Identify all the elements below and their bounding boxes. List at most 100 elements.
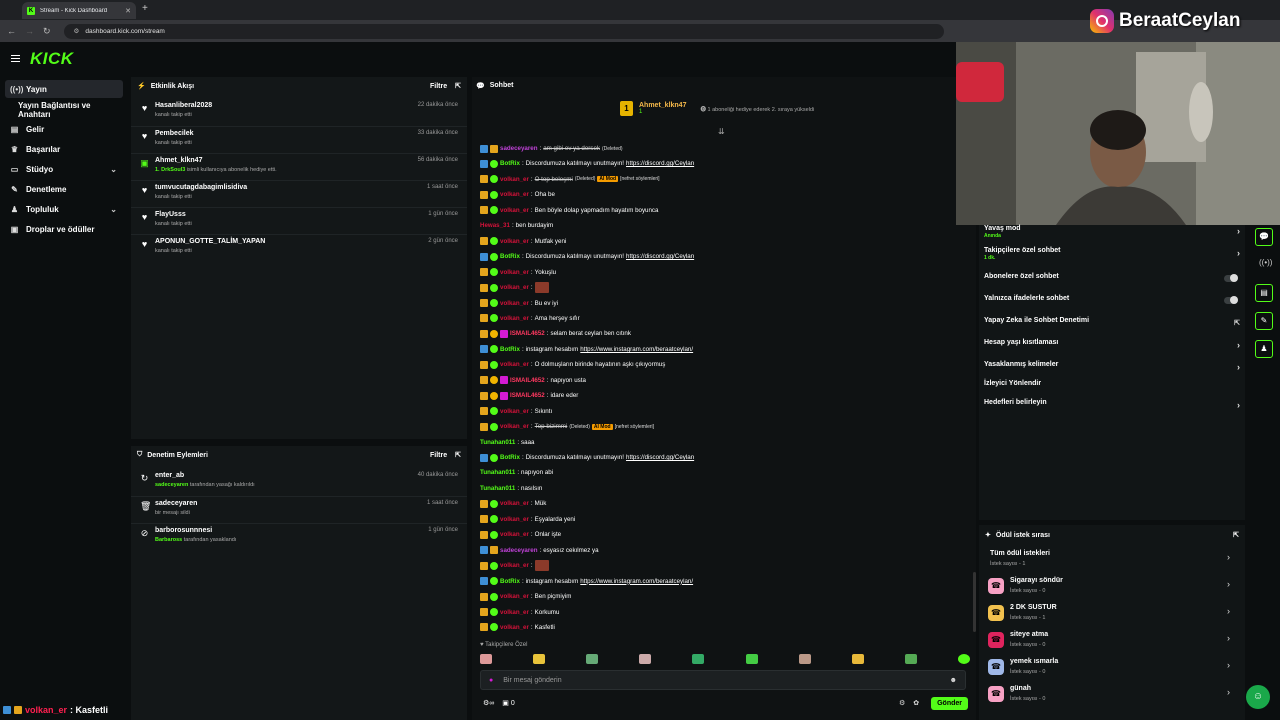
chat-username[interactable]: volkan_er [500, 423, 529, 430]
activity-filter-button[interactable]: Filtre [430, 83, 447, 90]
setting-raid[interactable]: İzleyici Yönlendir [984, 380, 1244, 398]
popout-icon[interactable]: ⇱ [1233, 531, 1239, 539]
chat-input[interactable]: ● Bir mesaj gönderin ☻ [480, 670, 966, 690]
sidebar-item-gelir[interactable]: ▤ Gelir [5, 120, 123, 138]
emote-icon[interactable] [586, 654, 599, 664]
emotes-only-toggle[interactable] [1224, 296, 1238, 304]
broadcast-icon[interactable]: ((•)) [1259, 258, 1272, 267]
chat-link[interactable]: https://www.instagram.com/beraatceylan/ [580, 578, 693, 585]
chat-username[interactable]: ISMAIL4652 [510, 377, 545, 384]
emote-icon[interactable] [798, 654, 811, 664]
emote-settings-icon[interactable]: ✿ [913, 699, 919, 707]
emoji-icon[interactable]: ☻ [950, 677, 957, 684]
emote-icon[interactable] [692, 654, 705, 664]
chat-username[interactable]: volkan_er [500, 269, 529, 276]
chat-username[interactable]: volkan_er [500, 300, 529, 307]
chat-username[interactable]: volkan_er [500, 516, 529, 523]
emote-icon[interactable] [533, 654, 546, 664]
menu-icon[interactable] [11, 55, 20, 62]
wrench-icon[interactable]: ✎ [1255, 312, 1273, 330]
chat-username[interactable]: volkan_er [500, 408, 529, 415]
community-icon[interactable]: ♟ [1255, 340, 1273, 358]
chat-username[interactable]: volkan_er [500, 500, 529, 507]
mic-icon[interactable]: ● [489, 677, 493, 684]
sidebar-item-basarilar[interactable]: ♛ Başarılar [5, 140, 123, 158]
chat-username[interactable]: Hewas_31 [480, 222, 510, 229]
sidebar-item-droplar[interactable]: ▣ Droplar ve ödüller [5, 220, 123, 238]
emote-icon[interactable] [639, 654, 652, 664]
chat-username[interactable]: volkan_er [500, 361, 529, 368]
chevron-down-icon[interactable]: ⇊ [718, 127, 725, 136]
chat-link[interactable]: https://discord.gg/Ceylan [626, 454, 694, 461]
chat-username[interactable]: volkan_er [500, 176, 529, 183]
sidebar-item-stream-key[interactable]: Yayın Bağlantısı ve Anahtarı [5, 101, 123, 119]
address-bar[interactable]: ⚙ dashboard.kick.com/stream [63, 23, 944, 39]
chat-username[interactable]: volkan_er [500, 238, 529, 245]
reward-item[interactable]: ☎ Sigarayı söndür İstek sayısı - 0 › [988, 575, 1238, 597]
chat-username[interactable]: volkan_er [500, 284, 529, 291]
chat-username[interactable]: ISMAIL4652 [510, 330, 545, 337]
emote-icon[interactable] [851, 654, 864, 664]
chat-username[interactable]: volkan_er [500, 624, 529, 631]
setting-account-age[interactable]: Hesap yaşı kısıtlaması › [984, 339, 1244, 357]
chat-username[interactable]: volkan_er [500, 609, 529, 616]
chat-username[interactable]: volkan_er [500, 207, 529, 214]
setting-slow-mode[interactable]: Yavaş mod Anında › [984, 225, 1244, 243]
browser-tab[interactable]: K Stream - Kick Dashboard ✕ [22, 2, 136, 19]
sidebar-item-topluluk[interactable]: ♟ Topluluk ⌄ [5, 200, 123, 218]
chat-link[interactable]: https://discord.gg/Ceylan [626, 160, 694, 167]
subs-only-toggle[interactable] [1224, 274, 1238, 282]
setting-banned-words[interactable]: Yasaklanmış kelimeler › [984, 361, 1244, 379]
chat-scrollbar[interactable] [973, 572, 976, 632]
chat-username[interactable]: volkan_er [500, 593, 529, 600]
emote-icon[interactable] [904, 654, 917, 664]
chat-link[interactable]: https://discord.gg/Ceylan [626, 253, 694, 260]
setting-goals[interactable]: Hedefleri belirleyin › [984, 399, 1244, 417]
points-icon[interactable]: ⚙∞ [483, 699, 494, 707]
gift-icon[interactable]: ▣ 0 [502, 699, 514, 707]
chat-username[interactable]: volkan_er [500, 562, 529, 569]
emote-icon[interactable] [745, 654, 758, 664]
send-button[interactable]: Gönder [931, 696, 968, 710]
chat-link[interactable]: https://www.instagram.com/beraatceylan/ [580, 346, 693, 353]
sidebar-item-yayin[interactable]: ((•)) Yayın [5, 80, 123, 98]
settings-icon[interactable]: ⚙ [899, 699, 905, 707]
support-chat-icon[interactable]: ☺ [1246, 685, 1270, 709]
reward-item-all[interactable]: Tüm ödül istekleri İstek sayısı - 1 › [988, 548, 1238, 570]
sidebar-item-studyo[interactable]: ▭ Stüdyo ⌄ [5, 160, 123, 178]
chat-username[interactable]: volkan_er [500, 191, 529, 198]
chat-username[interactable]: volkan_er [500, 531, 529, 538]
chat-username[interactable]: Tunahan011 [480, 439, 515, 446]
reward-item[interactable]: ☎ günah İstek sayısı - 0 › [988, 683, 1238, 705]
chat-username[interactable]: sadeceyaren [500, 145, 538, 152]
new-tab-icon[interactable]: + [142, 3, 148, 14]
chat-username[interactable]: BotRix [500, 160, 520, 167]
moderation-filter-button[interactable]: Filtre [430, 452, 447, 459]
chat-username[interactable]: ISMAIL4652 [510, 392, 545, 399]
sidebar-item-denetleme[interactable]: ✎ Denetleme [5, 180, 123, 198]
chat-username[interactable]: volkan_er [500, 315, 529, 322]
chat-username[interactable]: sadeceyaren [500, 547, 538, 554]
close-tab-icon[interactable]: ✕ [125, 7, 131, 15]
reload-icon[interactable]: ↻ [43, 26, 51, 37]
reward-item[interactable]: ☎ 2 DK SUSTUR İstek sayısı - 1 › [988, 602, 1238, 624]
forward-icon[interactable]: → [25, 26, 34, 36]
setting-followers-only[interactable]: Takipçilere özel sohbet 1 dk. › [984, 247, 1244, 265]
site-info-icon[interactable]: ⚙ [74, 27, 80, 35]
chat-username[interactable]: BotRix [500, 578, 520, 585]
chat-username[interactable]: BotRix [500, 253, 520, 260]
chat-username[interactable]: BotRix [500, 346, 520, 353]
popout-icon[interactable]: ⇱ [455, 451, 461, 459]
chat-username[interactable]: Tunahan011 [480, 469, 515, 476]
kick-logo[interactable]: KICK [30, 49, 74, 69]
emote-icon[interactable] [480, 654, 492, 664]
back-icon[interactable]: ← [7, 26, 16, 36]
layout-icon[interactable]: ▤ [1255, 284, 1273, 302]
reward-item[interactable]: ☎ yemek ısmarla İstek sayısı - 0 › [988, 656, 1238, 678]
chat-username[interactable]: BotRix [500, 454, 520, 461]
reward-item[interactable]: ☎ siteye atma İstek sayısı - 0 › [988, 629, 1238, 651]
popout-icon[interactable]: ⇱ [455, 82, 461, 90]
chat-toggle-icon[interactable]: 💬 [1255, 228, 1273, 246]
chat-username[interactable]: Tunahan011 [480, 485, 515, 492]
setting-ai-moderation[interactable]: Yapay Zeka ile Sohbet Denetimi ⇱ [984, 317, 1244, 335]
